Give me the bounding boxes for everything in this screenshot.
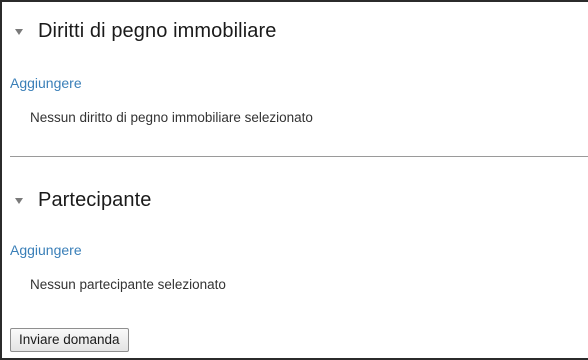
empty-state-text: Nessun partecipante selezionato xyxy=(30,277,226,292)
form-panel: Diritti di pegno immobiliare Aggiungere … xyxy=(0,0,588,360)
add-real-estate-lien-link[interactable]: Aggiungere xyxy=(10,75,82,91)
add-participant-link[interactable]: Aggiungere xyxy=(10,242,82,258)
section-title: Diritti di pegno immobiliare xyxy=(38,20,277,42)
collapse-triangle-icon[interactable] xyxy=(10,192,28,210)
section-title: Partecipante xyxy=(38,189,152,211)
section-header-participant[interactable]: Partecipante xyxy=(10,189,152,212)
empty-state-text: Nessun diritto di pegno immobiliare sele… xyxy=(30,110,313,125)
section-header-real-estate-liens[interactable]: Diritti di pegno immobiliare xyxy=(10,20,276,43)
submit-request-button[interactable]: Inviare domanda xyxy=(10,328,129,352)
section-divider xyxy=(10,156,588,157)
collapse-triangle-icon[interactable] xyxy=(10,23,28,41)
